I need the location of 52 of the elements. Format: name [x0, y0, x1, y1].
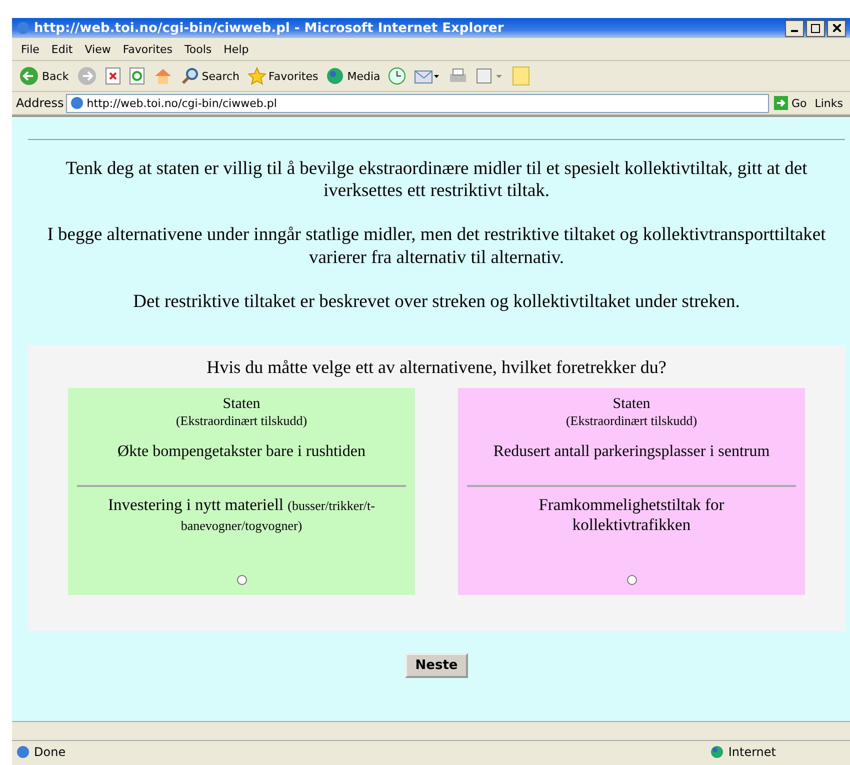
card-title: Staten [612, 396, 650, 413]
menu-item[interactable]: Edit [46, 40, 78, 58]
go-arrow-icon [774, 96, 788, 110]
star-icon [248, 67, 266, 85]
minimize-button[interactable] [785, 20, 804, 36]
printer-icon [448, 67, 468, 85]
close-icon [832, 24, 840, 32]
next-button[interactable]: Neste [405, 652, 468, 678]
transit-measure: Investering i nytt materiell (busser/trikker/t-banevogner/togvogner) [107, 494, 376, 535]
menu-item[interactable]: View [80, 40, 116, 58]
document-icon [476, 67, 504, 85]
search-icon [180, 67, 199, 85]
window-title: http://web.toi.no/cgi-bin/ciwweb.pl - Microsoft Internet Explorer [34, 20, 504, 36]
menu-item[interactable]: Favorites [118, 40, 178, 58]
browser-icon [70, 96, 84, 110]
close-button[interactable] [827, 20, 846, 36]
status-text: Done [34, 745, 66, 759]
zone-text: Internet [728, 745, 776, 759]
intro-paragraph: Det restriktive tiltaket er beskrevet over streken og kollektivtiltaket under streken. [133, 290, 740, 313]
toolbar-button[interactable]: Back [16, 64, 72, 88]
note-icon [512, 66, 530, 86]
question-text: Hvis du måtte velge ett av alternativene, hvilket foretrekker du? [206, 356, 666, 378]
browser-icon [16, 745, 30, 759]
refresh-icon [128, 67, 145, 85]
menu-item[interactable]: Tools [180, 40, 217, 58]
menu-item[interactable]: Help [218, 40, 254, 58]
transit-measure: Framkommelighetstiltak for kollektivtrafikken [538, 494, 726, 535]
toolbar-button[interactable]: Search [178, 65, 243, 87]
stop-icon [104, 67, 121, 85]
history-icon [388, 67, 406, 85]
maximize-button[interactable] [806, 20, 825, 36]
globe-icon [326, 67, 344, 85]
radio-button[interactable] [626, 574, 636, 585]
globe-icon [710, 745, 724, 759]
address-label: Address [16, 96, 64, 110]
intro-paragraph: I begge alternativene under inngår statlige midler, men det restriktive tiltaket og kollektivtransporttiltaket varierer fra alternativ til alternativ. [46, 224, 827, 269]
menu-item[interactable]: File [16, 40, 44, 58]
toolbar-button[interactable]: Media [323, 65, 384, 87]
card-subtitle: (Ekstraordinært tilskudd) [566, 412, 698, 429]
go-button[interactable]: Go [771, 94, 810, 112]
home-icon [152, 67, 173, 85]
intro-paragraph: Tenk deg at staten er villig til å bevilge ekstraordinære midler til et spesielt kollektivtiltak, gitt at det iverksettes ett restriktivt tiltak. [64, 158, 808, 202]
links-button[interactable]: Links [812, 94, 846, 112]
maximize-icon [811, 24, 820, 32]
toolbar-button[interactable]: Favorites [244, 65, 322, 87]
card-subtitle: (Ekstraordinært tilskudd) [176, 412, 308, 429]
restrictive-measure: Økte bompengetakster bare i rushtiden [118, 442, 366, 461]
radio-button[interactable] [236, 574, 246, 585]
card-title: Staten [222, 396, 260, 413]
browser-icon [16, 21, 30, 35]
address-field[interactable]: http://web.toi.no/cgi-bin/ciwweb.pl [66, 94, 770, 112]
restrictive-measure: Redusert antall parkeringsplasser i sentrum [493, 442, 770, 461]
